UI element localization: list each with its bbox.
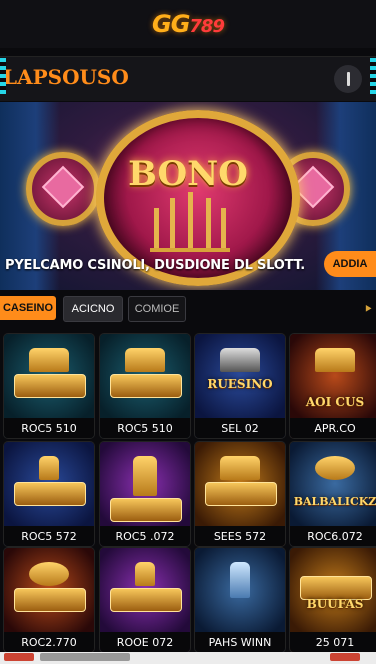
tab-third[interactable]: COMIOE <box>128 296 186 322</box>
promo-banner[interactable]: BONO PYELCAMO CSINOLI, DUSDIONE DL SLOTT… <box>0 102 376 290</box>
game-code: APR.CO <box>290 418 376 438</box>
menu-button[interactable] <box>334 65 362 93</box>
category-tabs: CASEINO ACICNO COMIOE ⯈ <box>0 296 376 322</box>
logo-number: 789 <box>189 16 225 37</box>
game-card[interactable]: SEES 572 <box>195 442 285 546</box>
game-code: SEES 572 <box>195 526 285 546</box>
game-thumbnail <box>195 442 285 526</box>
game-code: PAHS WINN <box>195 632 285 652</box>
banner-cta-button[interactable]: ADDIA <box>324 251 376 277</box>
game-thumbnail <box>100 334 190 418</box>
game-title: AOI CUS <box>305 395 365 409</box>
game-card[interactable]: ROC5 510 <box>100 334 190 438</box>
game-card[interactable]: ROC5 572 <box>4 442 94 546</box>
game-card[interactable]: BUUFAS 25 071 <box>290 548 376 652</box>
game-thumbnail <box>195 334 285 418</box>
game-card[interactable]: ROC2.770 <box>4 548 94 652</box>
section-header: LAPSOUSO <box>0 56 376 101</box>
game-code: ROC5 510 <box>4 418 94 438</box>
game-card[interactable]: BALBALICKZ ROC6.072 <box>290 442 376 546</box>
game-code: SEL 02 <box>195 418 285 438</box>
logo-text: GG <box>152 10 190 38</box>
scroll-arrow-icon[interactable]: ⯈ <box>363 302 373 317</box>
game-title: RUESINO <box>207 377 273 391</box>
game-card[interactable]: AOI CUS APR.CO <box>290 334 376 438</box>
top-bar: GG789 <box>0 0 376 48</box>
game-code: ROC5 .072 <box>100 526 190 546</box>
game-card[interactable]: ROC5 510 <box>4 334 94 438</box>
game-code: ROC2.770 <box>4 632 94 652</box>
tab-second[interactable]: ACICNO <box>63 296 123 322</box>
brand-logo[interactable]: GG789 <box>152 10 225 38</box>
page-title: LAPSOUSO <box>3 65 129 89</box>
game-thumbnail <box>100 548 190 632</box>
menu-icon <box>346 72 350 86</box>
banner-title: BONO <box>128 154 248 194</box>
tab-casino[interactable]: CASEINO <box>0 296 56 320</box>
game-card[interactable]: ROC5 .072 <box>100 442 190 546</box>
game-code: ROOE 072 <box>100 632 190 652</box>
game-code: 25 071 <box>290 632 376 652</box>
right-light-strip <box>370 58 376 94</box>
game-card[interactable]: ROOE 072 <box>100 548 190 652</box>
game-thumbnail <box>195 548 285 632</box>
game-thumbnail <box>4 548 94 632</box>
game-code: ROC6.072 <box>290 526 376 546</box>
game-code: ROC5 510 <box>100 418 190 438</box>
banner-text: PYELCAMO CSINOLI, DUSDIONE DL SLOTT. <box>5 258 306 273</box>
game-grid: ROC5 510 ROC5 510 RUESINO SEL 02 AOI CUS… <box>0 330 376 652</box>
game-thumbnail <box>4 334 94 418</box>
game-thumbnail <box>100 442 190 526</box>
game-code: ROC5 572 <box>4 526 94 546</box>
game-title: BALBALICKZ <box>293 495 376 508</box>
left-light-strip <box>0 58 6 94</box>
game-thumbnail <box>290 548 376 632</box>
game-card[interactable]: PAHS WINN <box>195 548 285 652</box>
temple-ornament <box>150 192 230 252</box>
bottom-strip <box>0 652 376 664</box>
game-thumbnail <box>290 442 376 526</box>
game-title: BUUFAS <box>306 597 364 611</box>
game-card[interactable]: RUESINO SEL 02 <box>195 334 285 438</box>
game-thumbnail <box>4 442 94 526</box>
